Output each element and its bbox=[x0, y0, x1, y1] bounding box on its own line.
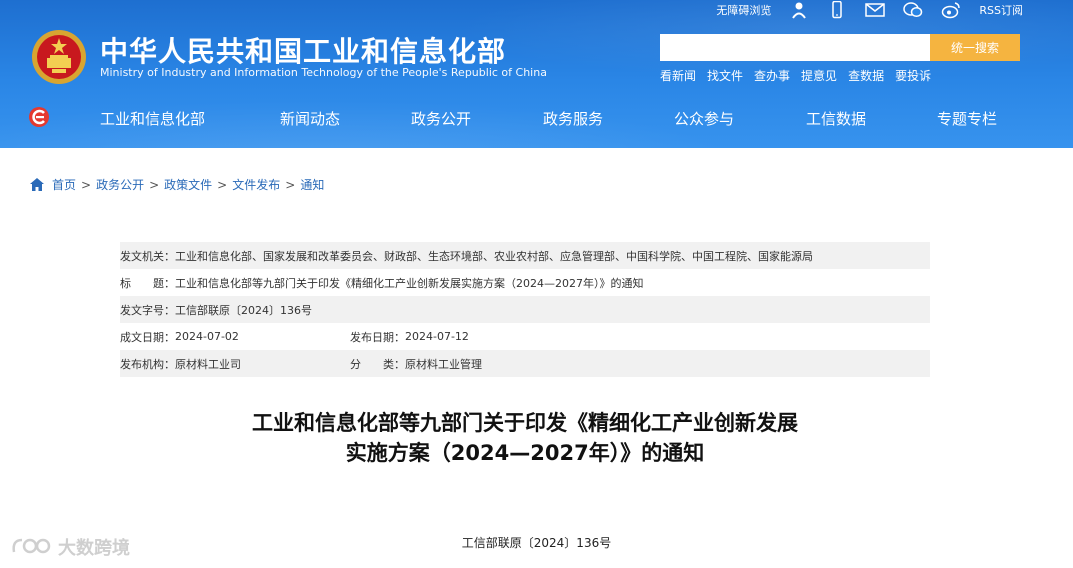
info-row-dates: 成文日期： 2024-07-02 发布日期： 2024-07-12 bbox=[120, 323, 930, 350]
article-title-line-2: 实施方案（2024—2027年）》的通知 bbox=[345, 441, 705, 465]
quick-link-services[interactable]: 查办事 bbox=[754, 67, 790, 84]
published-value: 2024-07-12 bbox=[405, 330, 469, 343]
breadcrumb-separator: > bbox=[81, 177, 92, 192]
info-row-issuer: 发文机关： 工业和信息化部、国家发展和改革委员会、财政部、生态环境部、农业农村部… bbox=[120, 242, 930, 269]
docno-value: 工信部联原〔2024〕136号 bbox=[175, 303, 312, 317]
home-icon[interactable] bbox=[30, 178, 44, 191]
miit-logo-icon[interactable] bbox=[28, 106, 50, 128]
quick-link-files[interactable]: 找文件 bbox=[707, 67, 743, 84]
document-info-table: 发文机关： 工业和信息化部、国家发展和改革委员会、财政部、生态环境部、农业农村部… bbox=[120, 242, 930, 377]
watermark-text: 大数跨境 bbox=[58, 538, 130, 559]
category-label: 分 类： bbox=[350, 357, 405, 371]
article-title-line-1: 工业和信息化部等九部门关于印发《精细化工产业创新发展 bbox=[252, 411, 798, 435]
nav-item-ministry[interactable]: 工业和信息化部 bbox=[100, 108, 205, 129]
breadcrumb: 首页 > 政务公开 > 政策文件 > 文件发布 > 通知 bbox=[30, 176, 324, 193]
accessibility-link[interactable]: 无障碍浏览 bbox=[716, 2, 771, 18]
mobile-icon[interactable] bbox=[827, 1, 847, 19]
quick-link-news[interactable]: 看新闻 bbox=[660, 67, 696, 84]
watermark: 大数跨境 bbox=[10, 534, 130, 560]
site-header: 中华人民共和国工业和信息化部 Ministry of Industry and … bbox=[0, 0, 1073, 148]
article-doc-number: 工信部联原〔2024〕136号 bbox=[461, 536, 612, 550]
nav-item-news[interactable]: 新闻动态 bbox=[280, 108, 340, 129]
wechat-icon[interactable] bbox=[903, 1, 923, 19]
weibo-icon[interactable] bbox=[941, 1, 961, 19]
accessibility-icon[interactable] bbox=[789, 1, 809, 19]
issuer-label: 发文机关： bbox=[120, 249, 175, 263]
nav-item-gov-affairs[interactable]: 政务公开 bbox=[411, 108, 471, 129]
breadcrumb-separator: > bbox=[217, 177, 228, 192]
search-input[interactable] bbox=[660, 34, 930, 61]
info-row-title: 标 题： 工业和信息化部等九部门关于印发《精细化工产业创新发展实施方案（2024… bbox=[120, 269, 930, 296]
breadcrumb-notice[interactable]: 通知 bbox=[300, 176, 324, 193]
nav-item-public-participation[interactable]: 公众参与 bbox=[674, 108, 734, 129]
issuer-value: 工业和信息化部、国家发展和改革委员会、财政部、生态环境部、农业农村部、应急管理部… bbox=[175, 249, 813, 263]
article-title: 工业和信息化部等九部门关于印发《精细化工产业创新发展 实施方案（2024—202… bbox=[220, 408, 830, 468]
nav-item-gov-services[interactable]: 政务服务 bbox=[543, 108, 603, 129]
nav-item-data[interactable]: 工信数据 bbox=[806, 108, 866, 129]
org-value: 原材料工业司 bbox=[175, 357, 241, 371]
breadcrumb-policy-files[interactable]: 政策文件 bbox=[164, 176, 212, 193]
breadcrumb-file-release[interactable]: 文件发布 bbox=[232, 176, 280, 193]
main-nav: 工业和信息化部 新闻动态 政务公开 政务服务 公众参与 工信数据 专题专栏 bbox=[0, 96, 1073, 140]
quick-link-data[interactable]: 查数据 bbox=[848, 67, 884, 84]
quick-link-feedback[interactable]: 提意见 bbox=[801, 67, 837, 84]
category-value: 原材料工业管理 bbox=[405, 357, 482, 371]
info-row-docno: 发文字号： 工信部联原〔2024〕136号 bbox=[120, 296, 930, 323]
site-title: 中华人民共和国工业和信息化部 bbox=[100, 35, 507, 68]
top-tools: 无障碍浏览 RSS订阅 bbox=[716, 0, 1023, 20]
national-emblem-icon bbox=[32, 30, 86, 84]
search-button[interactable]: 统一搜索 bbox=[930, 34, 1020, 61]
docno-label: 发文字号： bbox=[120, 303, 175, 317]
rss-link[interactable]: RSS订阅 bbox=[979, 2, 1023, 18]
nav-item-special-topics[interactable]: 专题专栏 bbox=[937, 108, 997, 129]
created-label: 成文日期： bbox=[120, 330, 175, 344]
breadcrumb-home[interactable]: 首页 bbox=[52, 176, 76, 193]
created-value: 2024-07-02 bbox=[175, 330, 239, 343]
org-label: 发布机构： bbox=[120, 357, 175, 371]
breadcrumb-gov-affairs[interactable]: 政务公开 bbox=[96, 176, 144, 193]
watermark-logo-icon bbox=[12, 538, 51, 554]
title-value: 工业和信息化部等九部门关于印发《精细化工产业创新发展实施方案（2024—2027… bbox=[175, 276, 644, 290]
mail-icon[interactable] bbox=[865, 1, 886, 19]
title-label: 标 题： bbox=[120, 276, 175, 290]
published-label: 发布日期： bbox=[350, 330, 405, 344]
quick-link-complaint[interactable]: 要投诉 bbox=[895, 67, 931, 84]
breadcrumb-separator: > bbox=[285, 177, 296, 192]
info-row-org: 发布机构： 原材料工业司 分 类： 原材料工业管理 bbox=[120, 350, 930, 377]
site-subtitle: Ministry of Industry and Information Tec… bbox=[100, 66, 547, 79]
breadcrumb-separator: > bbox=[149, 177, 160, 192]
quick-links: 看新闻 找文件 查办事 提意见 查数据 要投诉 bbox=[660, 67, 931, 84]
